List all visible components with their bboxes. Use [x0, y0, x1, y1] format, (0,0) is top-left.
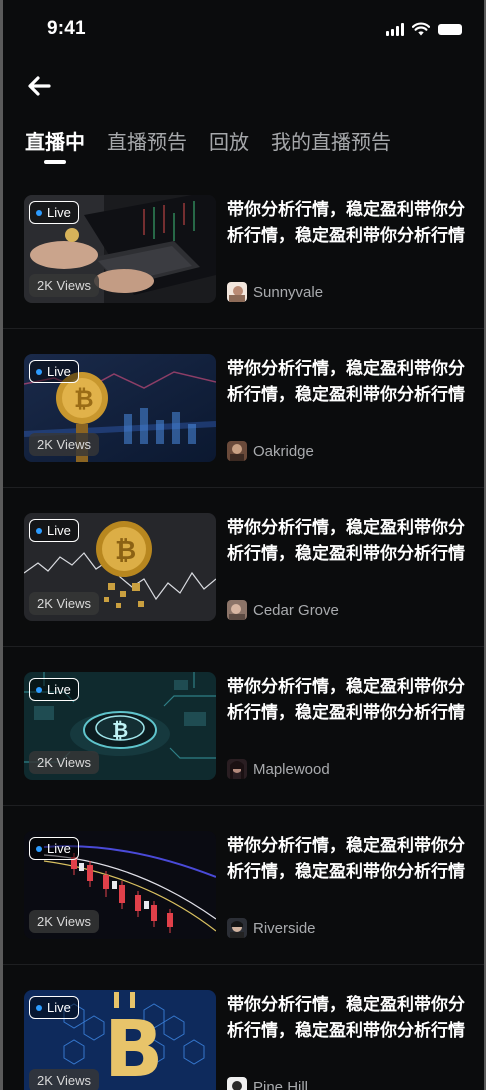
live-dot-icon	[36, 686, 42, 693]
stream-author[interactable]: Oakridge	[227, 441, 314, 461]
live-badge: Live	[29, 201, 79, 224]
svg-text:B: B	[104, 1005, 163, 1090]
stream-author[interactable]: Cedar Grove	[227, 600, 339, 620]
back-button[interactable]	[27, 73, 55, 99]
live-label: Live	[47, 1000, 71, 1015]
tab-live-preview[interactable]: 直播预告	[107, 126, 187, 155]
stream-thumbnail: Live 2K Views	[24, 831, 216, 939]
app-screen: 9:41 直播中 直播预告 回放 我的直播预告 Live 2K Views 带你…	[3, 0, 484, 1090]
stream-thumbnail: B Live 2K Views	[24, 990, 216, 1090]
stream-thumbnail: ₿ Live 2K Views	[24, 513, 216, 621]
live-dot-icon	[36, 845, 42, 852]
live-badge: Live	[29, 360, 79, 383]
stream-thumbnail: ₿ Live 2K Views	[24, 672, 216, 780]
stream-thumbnail: ₿ Live 2K Views	[24, 354, 216, 462]
tab-bar: 直播中 直播预告 回放 我的直播预告	[3, 126, 484, 166]
live-dot-icon	[36, 209, 42, 216]
stream-title: 带你分析行情，稳定盈利带你分析行情，稳定盈利带你分析行情	[227, 518, 465, 564]
stream-author[interactable]: Riverside	[227, 918, 316, 938]
active-tab-indicator	[44, 160, 66, 164]
views-badge: 2K Views	[29, 751, 99, 774]
svg-text:₿: ₿	[112, 718, 128, 742]
battery-icon	[438, 23, 462, 35]
stream-card[interactable]: ₿ Live 2K Views 带你分析行情，稳定盈利带你分析行情，稳定盈利带你…	[3, 329, 484, 488]
tab-live-now[interactable]: 直播中	[25, 126, 85, 155]
stream-card[interactable]: ₿ Live 2K Views 带你分析行情，稳定盈利带你分析行情，稳定盈利带你…	[3, 488, 484, 647]
live-badge: Live	[29, 519, 79, 542]
live-label: Live	[47, 841, 71, 856]
live-label: Live	[47, 523, 71, 538]
live-badge: Live	[29, 996, 79, 1019]
views-badge: 2K Views	[29, 910, 99, 933]
stream-title: 带你分析行情，稳定盈利带你分析行情，稳定盈利带你分析行情	[227, 359, 465, 405]
stream-title: 带你分析行情，稳定盈利带你分析行情，稳定盈利带你分析行情	[227, 200, 465, 246]
avatar	[227, 600, 247, 620]
svg-text:₿: ₿	[115, 536, 136, 566]
stream-card[interactable]: ₿ Live 2K Views 带你分析行情，稳定盈利带你分析行情，稳定盈利带你…	[3, 647, 484, 806]
author-name: Pine Hill	[253, 1078, 309, 1090]
svg-text:₿: ₿	[74, 385, 94, 413]
live-label: Live	[47, 364, 71, 379]
author-name: Cedar Grove	[253, 601, 339, 619]
live-dot-icon	[36, 527, 42, 534]
views-badge: 2K Views	[29, 433, 99, 456]
stream-author[interactable]: Maplewood	[227, 759, 330, 779]
live-label: Live	[47, 205, 71, 220]
stream-card[interactable]: Live 2K Views 带你分析行情，稳定盈利带你分析行情，稳定盈利带你分析…	[3, 170, 484, 329]
status-time: 9:41	[47, 18, 86, 39]
live-badge: Live	[29, 837, 79, 860]
stream-title: 带你分析行情，稳定盈利带你分析行情，稳定盈利带你分析行情	[227, 995, 465, 1041]
author-name: Sunnyvale	[253, 283, 324, 301]
live-dot-icon	[36, 1004, 42, 1011]
tab-replay[interactable]: 回放	[209, 126, 249, 155]
stream-author[interactable]: Pine Hill	[227, 1077, 308, 1090]
avatar	[227, 282, 247, 302]
stream-title: 带你分析行情，稳定盈利带你分析行情，稳定盈利带你分析行情	[227, 677, 465, 723]
tab-my-live-preview[interactable]: 我的直播预告	[271, 126, 391, 155]
views-badge: 2K Views	[29, 274, 99, 297]
stream-thumbnail: Live 2K Views	[24, 195, 216, 303]
views-badge: 2K Views	[29, 592, 99, 615]
arrow-left-icon	[28, 76, 51, 96]
live-badge: Live	[29, 678, 79, 701]
signal-icon	[386, 22, 404, 36]
status-bar: 9:41	[3, 0, 484, 60]
stream-card[interactable]: B Live 2K Views 带你分析行情，稳定盈利带你分析行情，稳定盈利带你…	[3, 965, 484, 1090]
stream-card[interactable]: Live 2K Views 带你分析行情，稳定盈利带你分析行情，稳定盈利带你分析…	[3, 806, 484, 965]
author-name: Oakridge	[253, 442, 314, 460]
stream-list: Live 2K Views 带你分析行情，稳定盈利带你分析行情，稳定盈利带你分析…	[3, 170, 484, 1090]
author-name: Maplewood	[253, 760, 330, 778]
views-badge: 2K Views	[29, 1069, 99, 1090]
stream-author[interactable]: Sunnyvale	[227, 282, 323, 302]
status-icons	[386, 22, 462, 36]
avatar	[227, 1077, 247, 1090]
avatar	[227, 441, 247, 461]
live-dot-icon	[36, 368, 42, 375]
avatar	[227, 918, 247, 938]
author-name: Riverside	[253, 919, 316, 937]
avatar	[227, 759, 247, 779]
wifi-icon	[412, 22, 430, 36]
live-label: Live	[47, 682, 71, 697]
stream-title: 带你分析行情，稳定盈利带你分析行情，稳定盈利带你分析行情	[227, 836, 465, 882]
